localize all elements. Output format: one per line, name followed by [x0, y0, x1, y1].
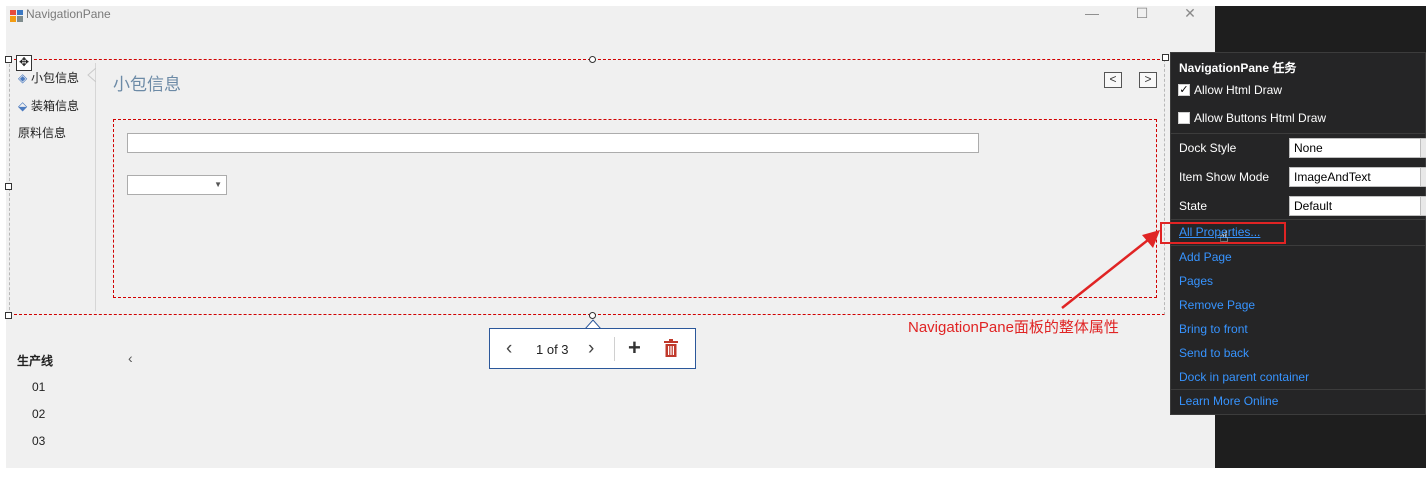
allow-buttons-html-draw-checkbox[interactable] [1178, 112, 1190, 124]
selected-tab-notch [87, 68, 96, 82]
chevron-down-icon [1420, 197, 1426, 215]
state-label: State [1179, 199, 1208, 213]
nav-item-small-package[interactable]: ◈ 小包信息 [18, 69, 79, 86]
pager-prev-button[interactable]: ‹ [506, 338, 512, 360]
item-show-mode-select[interactable]: ImageAndText [1289, 167, 1426, 187]
dock-in-parent-link[interactable]: Dock in parent container [1179, 370, 1309, 384]
list-item[interactable]: 02 [32, 407, 45, 421]
allow-html-draw-checkbox[interactable]: ✓ [1178, 84, 1190, 96]
text-input[interactable] [127, 133, 979, 153]
learn-more-link[interactable]: Learn More Online [1179, 394, 1278, 408]
maximize-button[interactable]: ☐ [1119, 6, 1165, 26]
window-title: NavigationPane [26, 7, 111, 21]
page-count: 1 of 3 [536, 342, 569, 357]
box-stack-icon: ⬙ [18, 99, 28, 113]
add-page-button[interactable]: + [628, 335, 641, 361]
dock-style-label: Dock Style [1179, 141, 1237, 155]
page-navigator: ‹ 1 of 3 › + [489, 328, 696, 369]
smart-tag-glyph[interactable] [1162, 54, 1169, 61]
resize-handle-bottom[interactable] [589, 312, 596, 319]
chevron-down-icon [1420, 139, 1426, 157]
nav-item-material[interactable]: 原料信息 [18, 124, 66, 141]
close-button[interactable]: ✕ [1167, 6, 1213, 26]
title-bar: NavigationPane — ☐ ✕ [6, 6, 1215, 34]
add-page-link[interactable]: Add Page [1179, 250, 1232, 264]
list-item[interactable]: 01 [32, 380, 45, 394]
item-show-mode-label: Item Show Mode [1179, 170, 1270, 184]
app-icon [10, 10, 23, 22]
nav-item-packing[interactable]: ⬙ 装箱信息 [18, 97, 79, 114]
page-title: 小包信息 [113, 75, 181, 94]
chevron-down-icon [1420, 168, 1426, 186]
annotation-text: NavigationPane面板的整体属性 [908, 319, 1119, 336]
resize-handle-left[interactable] [5, 183, 12, 190]
pages-link[interactable]: Pages [1179, 274, 1213, 288]
tasks-title: NavigationPane 任务 [1179, 61, 1297, 75]
resize-handle-top[interactable] [589, 56, 596, 63]
dock-style-select[interactable]: None [1289, 138, 1426, 158]
allow-html-draw-label: Allow Html Draw [1194, 83, 1283, 97]
divider [1171, 219, 1426, 220]
bring-to-front-link[interactable]: Bring to front [1179, 322, 1248, 336]
next-page-button[interactable]: > [1139, 72, 1157, 88]
pager-divider [614, 337, 615, 361]
state-select[interactable]: Default [1289, 196, 1426, 216]
combo-box[interactable]: ▼ [127, 175, 227, 195]
chevron-down-icon: ▼ [214, 180, 222, 189]
list-item[interactable]: 03 [32, 434, 45, 448]
remove-page-link[interactable]: Remove Page [1179, 298, 1255, 312]
previous-page-button[interactable]: < [1104, 72, 1122, 88]
send-to-back-link[interactable]: Send to back [1179, 346, 1249, 360]
navigation-items-panel: ◈ 小包信息 ⬙ 装箱信息 原料信息 [12, 63, 96, 311]
layers-icon: ◈ [18, 71, 28, 85]
resize-handle-bottom-left[interactable] [5, 312, 12, 319]
divider [1171, 133, 1426, 134]
pager-next-button[interactable]: › [588, 338, 594, 360]
annotation-arrow [1061, 230, 1160, 309]
minimize-button[interactable]: — [1069, 6, 1115, 26]
allow-buttons-html-draw-label: Allow Buttons Html Draw [1194, 111, 1327, 125]
divider [1171, 389, 1426, 390]
resize-handle-top-left[interactable] [5, 56, 12, 63]
group-header[interactable]: 生产线 [17, 352, 53, 369]
divider [1171, 245, 1426, 246]
delete-page-icon[interactable] [664, 339, 678, 357]
collapse-chevron-icon[interactable]: ‹ [128, 350, 133, 366]
hand-cursor-icon: ☝ [1219, 229, 1229, 246]
